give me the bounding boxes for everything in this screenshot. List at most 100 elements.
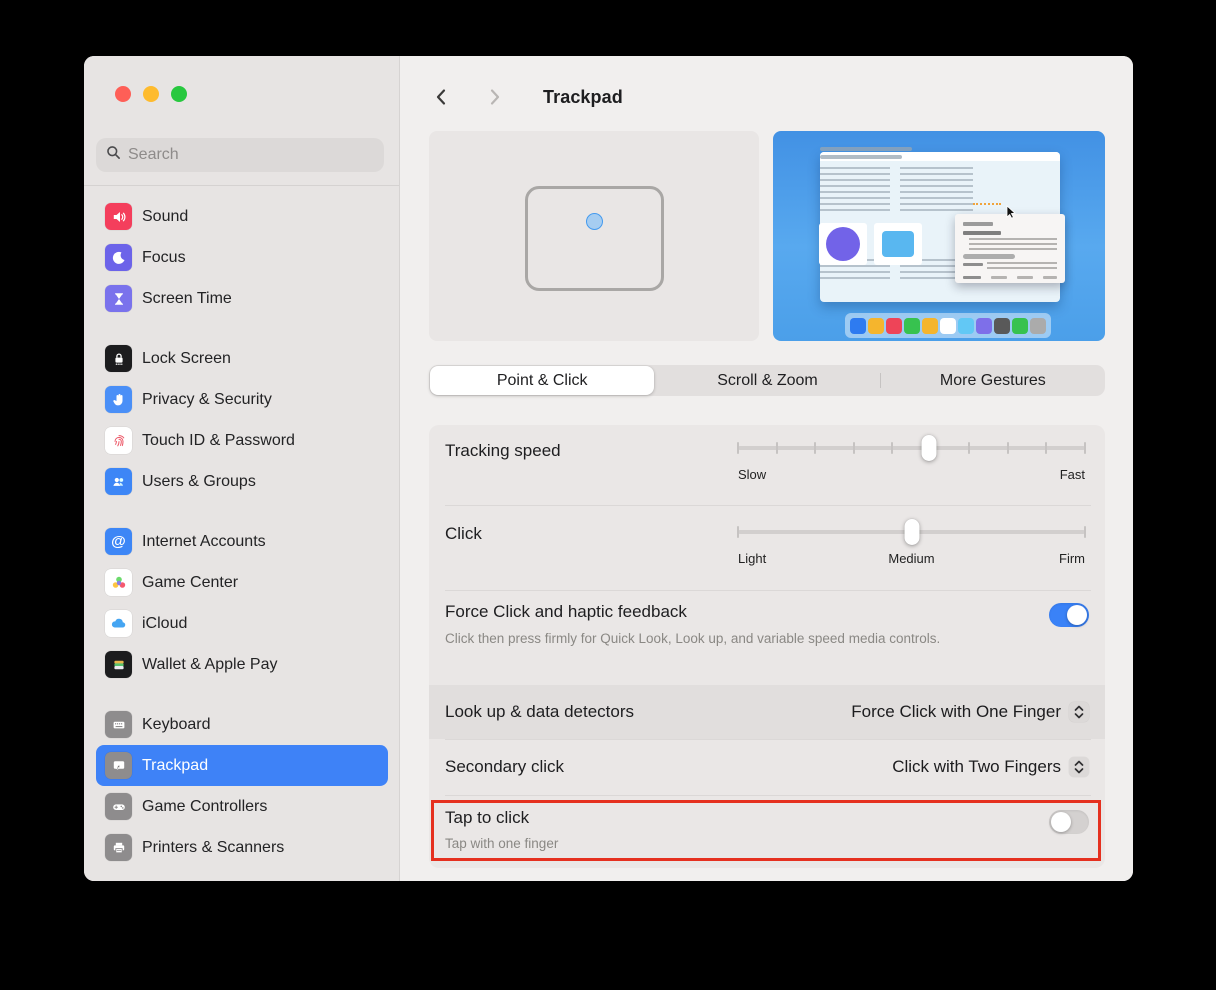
highlighted-link [973,203,1001,205]
page-header: Trackpad [429,80,1105,114]
click-slider[interactable] [738,519,1085,545]
tracking-speed-thumb[interactable] [921,435,936,461]
secondary-click-label: Secondary click [445,757,564,777]
look-up-row: Look up & data detectors Force Click wit… [429,685,1105,739]
force-click-row: Force Click and haptic feedback Click th… [429,590,1105,685]
trackpad-outline [525,186,664,291]
sidebar-item-label: Users & Groups [142,473,256,491]
game-center-icon [105,569,132,596]
sidebar-item-label: Screen Time [142,290,232,308]
forward-button[interactable] [481,84,507,110]
click-label: Click [445,524,482,544]
secondary-click-dropdown[interactable] [1069,757,1089,777]
tab-point-and-click[interactable]: Point & Click [430,366,654,395]
sidebar-item-label: Wallet & Apple Pay [142,656,277,674]
search-input[interactable] [128,146,374,164]
wallet-icon [105,651,132,678]
tracking-speed-label: Tracking speed [445,441,561,461]
search-field[interactable] [96,138,384,172]
quick-look-popover [955,214,1065,283]
sidebar-item-sound[interactable]: Sound [96,196,388,237]
cursor-icon [1006,205,1017,224]
force-click-toggle[interactable] [1049,603,1089,627]
sidebar-divider [84,185,399,186]
sidebar-item-wallet[interactable]: Wallet & Apple Pay [96,644,388,685]
system-settings-window: Sound Focus Screen Time Lock Screen [84,56,1133,881]
at-icon: @ [105,528,132,555]
click-row: Click Light Medium Firm [429,505,1105,590]
touch-point-dot [586,213,603,230]
traffic-lights [115,86,187,102]
sidebar-item-label: Printers & Scanners [142,839,284,857]
firm-label: Firm [1059,551,1085,566]
trackpad-icon [105,752,132,779]
sidebar-item-game-controllers[interactable]: Game Controllers [96,786,388,827]
gesture-preview-video [773,131,1105,341]
sidebar-item-users-groups[interactable]: Users & Groups [96,461,388,502]
sidebar-item-lock-screen[interactable]: Lock Screen [96,338,388,379]
sidebar-item-privacy-security[interactable]: Privacy & Security [96,379,388,420]
main-content: Trackpad [400,56,1133,881]
sidebar-item-label: Focus [142,249,186,267]
lock-icon [105,345,132,372]
sidebar-item-printers-scanners[interactable]: Printers & Scanners [96,827,388,868]
annotation-box [431,800,1101,861]
force-click-label: Force Click and haptic feedback [445,602,687,622]
look-up-label: Look up & data detectors [445,702,634,722]
cloud-icon [105,610,132,637]
medium-label: Medium [888,551,934,566]
moon-icon [105,244,132,271]
trackpad-illustration [429,131,759,341]
sidebar-item-screen-time[interactable]: Screen Time [96,278,388,319]
mock-dock [845,313,1051,338]
printer-icon [105,834,132,861]
sidebar-item-label: Privacy & Security [142,391,272,409]
sidebar-item-trackpad[interactable]: Trackpad [96,745,388,786]
keyboard-icon [105,711,132,738]
zoom-button[interactable] [171,86,187,102]
sidebar-item-label: Game Center [142,574,238,592]
hourglass-icon [105,285,132,312]
tab-more-gestures[interactable]: More Gestures [881,365,1105,396]
page-title: Trackpad [543,87,623,108]
fast-label: Fast [1060,467,1085,482]
sidebar-item-icloud[interactable]: iCloud [96,603,388,644]
speaker-icon [105,203,132,230]
slow-label: Slow [738,467,766,482]
sidebar-item-game-center[interactable]: Game Center [96,562,388,603]
sidebar-item-label: Keyboard [142,716,211,734]
sidebar-item-internet-accounts[interactable]: @ Internet Accounts [96,521,388,562]
click-thumb[interactable] [904,519,919,545]
tracking-speed-slider[interactable] [738,435,1085,461]
sidebar-item-label: Trackpad [142,757,208,775]
preview-cards [429,131,1105,341]
sidebar-item-keyboard[interactable]: Keyboard [96,704,388,745]
sidebar-nav: Sound Focus Screen Time Lock Screen [96,196,388,868]
sidebar-item-label: Internet Accounts [142,533,266,551]
force-click-description: Click then press firmly for Quick Look, … [445,628,975,649]
sidebar-item-label: iCloud [142,615,187,633]
hand-icon [105,386,132,413]
sidebar-item-label: Game Controllers [142,798,267,816]
sidebar-item-label: Sound [142,208,188,226]
look-up-value: Force Click with One Finger [851,702,1061,722]
fingerprint-icon [105,427,132,454]
light-label: Light [738,551,766,566]
sidebar-item-focus[interactable]: Focus [96,237,388,278]
sidebar-item-label: Touch ID & Password [142,432,295,450]
tracking-speed-row: Tracking speed Slow Fast [429,425,1105,505]
gesture-tabs: Point & Click Scroll & Zoom More Gesture… [429,365,1105,396]
secondary-click-row: Secondary click Click with Two Fingers [429,739,1105,795]
look-up-dropdown[interactable] [1069,702,1089,722]
minimize-button[interactable] [143,86,159,102]
close-button[interactable] [115,86,131,102]
back-button[interactable] [429,84,455,110]
search-icon [106,145,121,165]
gamepad-icon [105,793,132,820]
secondary-click-value: Click with Two Fingers [892,757,1061,777]
sidebar: Sound Focus Screen Time Lock Screen [84,56,400,881]
sidebar-item-label: Lock Screen [142,350,231,368]
users-icon [105,468,132,495]
tab-scroll-and-zoom[interactable]: Scroll & Zoom [655,365,879,396]
sidebar-item-touch-id[interactable]: Touch ID & Password [96,420,388,461]
